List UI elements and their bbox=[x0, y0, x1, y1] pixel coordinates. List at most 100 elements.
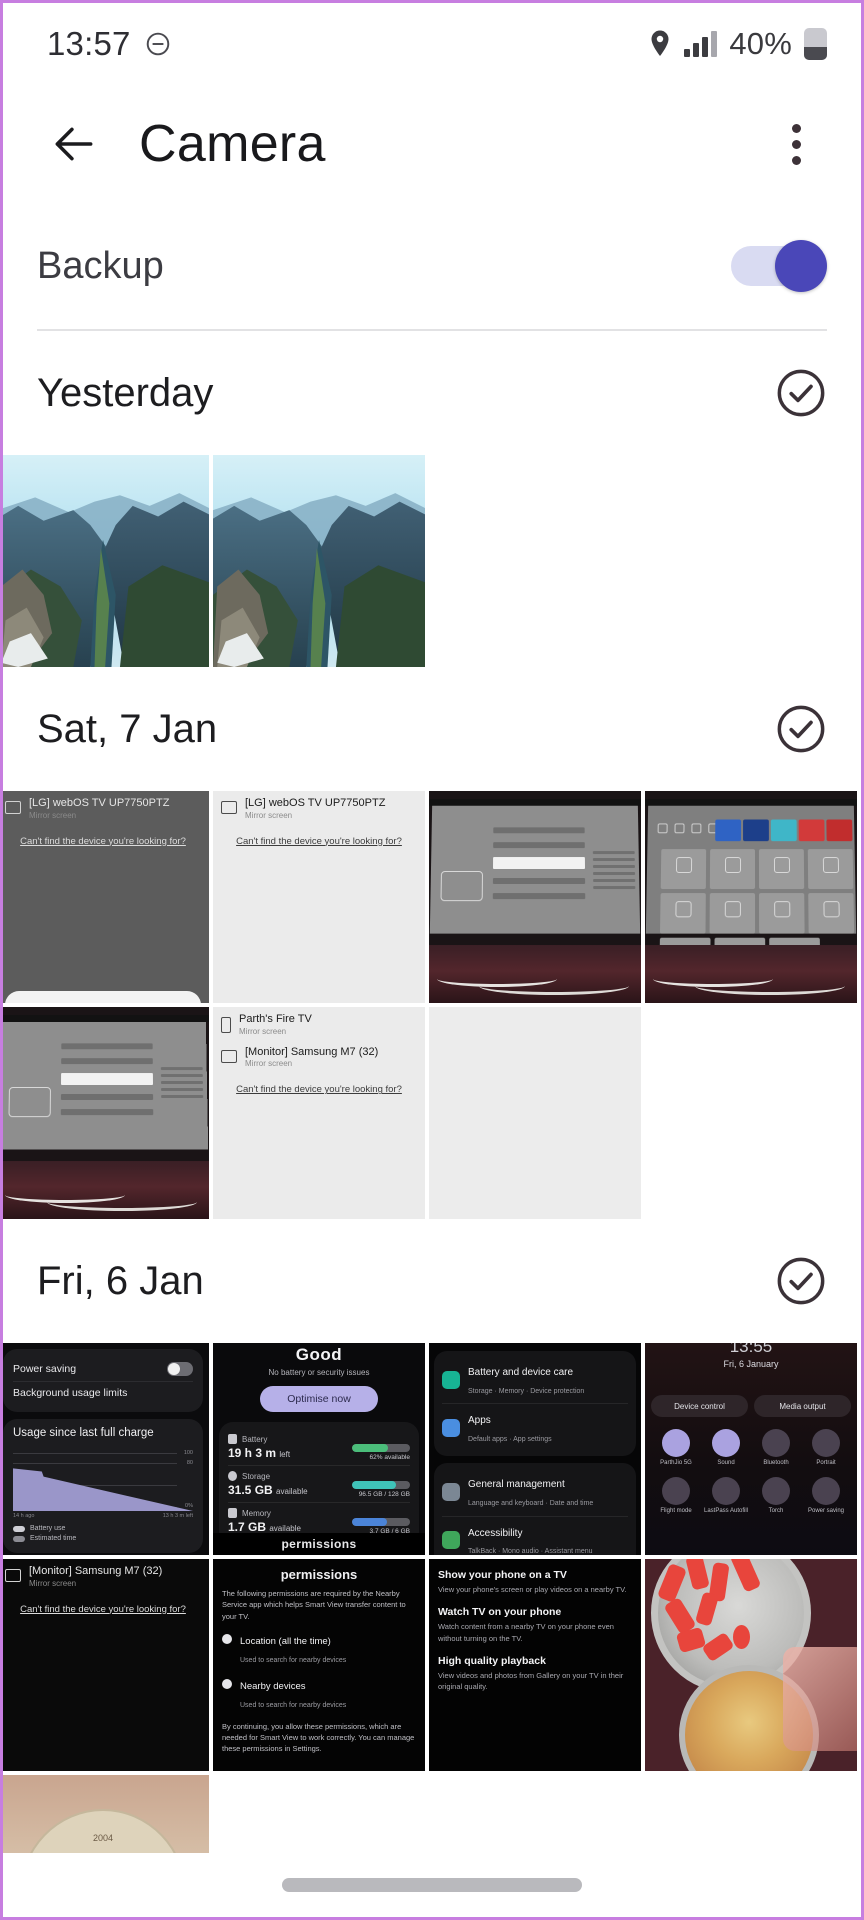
photo-thumbnail[interactable]: permissions The following permissions ar… bbox=[213, 1559, 425, 1771]
more-options-icon bbox=[791, 123, 801, 133]
row-title: Apps bbox=[468, 1415, 491, 1427]
row-unit: left bbox=[279, 1450, 291, 1459]
row-value: 19 h 3 m bbox=[228, 1446, 277, 1460]
section-header-sat-7-jan: Sat, 7 Jan bbox=[3, 667, 861, 791]
page-title: Camera bbox=[139, 115, 326, 173]
status-bar-left: 13:57 bbox=[47, 25, 171, 63]
photo-thumbnail[interactable]: Show your phone on a TV View your phone'… bbox=[429, 1559, 641, 1771]
chart-y-label: 100 bbox=[183, 1450, 193, 1456]
tile-label: Flight mode bbox=[660, 1508, 692, 1515]
status-bar-right: 40% bbox=[648, 26, 827, 62]
photo-thumbnail[interactable] bbox=[645, 1559, 857, 1771]
row-subtitle: TalkBack · Mono audio · Assistant menu bbox=[468, 1548, 593, 1555]
app-bar: Camera bbox=[3, 85, 861, 203]
battery-usage-screenshot: Power saving Background usage limits Usa… bbox=[3, 1343, 209, 1555]
photo-thumbnail[interactable]: [Monitor] Samsung M7 (32) Mirror screen … bbox=[3, 1559, 209, 1771]
quick-tile: Flight mode bbox=[651, 1477, 701, 1515]
tv-audio-settings-photo bbox=[3, 1007, 209, 1219]
chart-legend: Battery use Estimated time bbox=[13, 1525, 193, 1542]
location-pin-icon bbox=[222, 1633, 232, 1644]
photo-thumbnail[interactable]: Parth's Fire TV Mirror screen [Monitor] … bbox=[213, 1007, 425, 1219]
check-circle-icon[interactable] bbox=[775, 367, 827, 419]
airplane-icon bbox=[662, 1477, 690, 1506]
accessibility-icon bbox=[442, 1531, 460, 1550]
cant-find-device-link: Can't find the device you're looking for… bbox=[236, 835, 402, 847]
usage-title: Usage since last full charge bbox=[13, 1427, 154, 1439]
device-row: [Monitor] Samsung M7 (32) Mirror screen bbox=[5, 1565, 201, 1588]
photo-thumbnail[interactable]: 13:55 Fri, 6 January Device control Medi… bbox=[645, 1343, 857, 1555]
permissions-heading: permissions bbox=[280, 1567, 358, 1582]
check-circle-icon[interactable] bbox=[775, 1255, 827, 1307]
settings-row: Accessibility TalkBack · Mono audio · As… bbox=[442, 1515, 628, 1555]
device-subtitle: Mirror screen bbox=[239, 1026, 287, 1036]
tv-settings-menu-photo bbox=[429, 791, 641, 1003]
device-care-heading: Good bbox=[295, 1345, 343, 1364]
photo-grid-yesterday bbox=[3, 455, 861, 667]
device-subtitle: Mirror screen bbox=[29, 810, 77, 820]
wifi-icon bbox=[662, 1429, 690, 1457]
device-title: [LG] webOS TV UP7750PTZ bbox=[29, 797, 170, 809]
device-row: [Monitor] Samsung M7 (32) Mirror screen bbox=[221, 1046, 417, 1068]
row-meta: 96.5 GB / 128 GB bbox=[358, 1491, 410, 1498]
permissions-footer: By continuing, you allow these permissio… bbox=[222, 1721, 415, 1754]
photo-thumbnail[interactable]: Power saving Background usage limits Usa… bbox=[3, 1343, 209, 1555]
check-circle-icon[interactable] bbox=[775, 703, 827, 755]
date-label: Sat, 7 Jan bbox=[37, 706, 218, 751]
feature-subtitle: View videos and photos from Gallery on y… bbox=[438, 1670, 624, 1691]
bottom-sheet-handle bbox=[5, 991, 201, 1003]
signal-bars-icon bbox=[684, 31, 718, 57]
usage-card: Usage since last full charge 100 80 0% 1… bbox=[3, 1419, 203, 1553]
tv-menu-list bbox=[60, 1043, 154, 1124]
tile-label: Torch bbox=[768, 1508, 784, 1515]
photo-thumbnail[interactable]: Good No battery or security issues Optim… bbox=[213, 1343, 425, 1555]
device-subtitle: Mirror screen bbox=[29, 1578, 77, 1588]
photo-grid-sat-7-jan: [LG] webOS TV UP7750PTZ Mirror screen Ca… bbox=[3, 791, 861, 1219]
settings-row: Apps Default apps · App settings bbox=[442, 1403, 628, 1451]
device-care-screenshot: Good No battery or security issues Optim… bbox=[213, 1343, 425, 1555]
quick-tile: Torch bbox=[751, 1477, 801, 1515]
photo-thumbnail[interactable] bbox=[429, 1007, 641, 1219]
feature-title: Show your phone on a TV bbox=[438, 1569, 567, 1581]
row-title: Battery and device care bbox=[468, 1367, 574, 1378]
permission-subtitle: Used to search for nearby devices bbox=[240, 1656, 347, 1664]
photo-thumbnail[interactable] bbox=[645, 791, 857, 1003]
battery-icon bbox=[804, 28, 827, 60]
photo-thumbnail[interactable] bbox=[3, 455, 209, 667]
row-label: Battery bbox=[242, 1434, 268, 1444]
phone-icon bbox=[221, 1017, 231, 1033]
quick-tile: LastPass Autofill bbox=[701, 1477, 751, 1515]
backup-toggle[interactable] bbox=[731, 240, 827, 292]
photo-thumbnail[interactable]: [LG] webOS TV UP7750PTZ Mirror screen Ca… bbox=[3, 791, 209, 1003]
fjord-landscape-image bbox=[3, 455, 209, 667]
back-button[interactable] bbox=[43, 113, 105, 175]
photo-thumbnail[interactable]: Battery and device care Storage · Memory… bbox=[429, 1343, 641, 1555]
media-output-button: Media output bbox=[754, 1395, 851, 1417]
quick-panel-date: Fri, 6 January bbox=[723, 1359, 779, 1369]
year-label: 2004 bbox=[92, 1833, 114, 1843]
feature-title: High quality playback bbox=[438, 1654, 546, 1667]
permission-title: Nearby devices bbox=[240, 1680, 306, 1692]
section-header-yesterday: Yesterday bbox=[3, 331, 861, 455]
row-label: Storage bbox=[242, 1471, 271, 1481]
backup-setting-row[interactable]: Backup bbox=[3, 203, 861, 329]
photo-thumbnail[interactable] bbox=[213, 455, 425, 667]
photo-thumbnail[interactable] bbox=[429, 791, 641, 1003]
permission-title: Location (all the time) bbox=[240, 1635, 331, 1647]
battery-percent-label: 40% bbox=[729, 26, 792, 61]
more-options-icon bbox=[791, 139, 801, 149]
device-row: [LG] webOS TV UP7750PTZ Mirror screen bbox=[5, 797, 201, 820]
nearby-permissions-screenshot: permissions The following permissions ar… bbox=[213, 1559, 425, 1771]
general-management-icon bbox=[442, 1482, 460, 1501]
tile-label: LastPass Autofill bbox=[703, 1508, 749, 1515]
chart-y-label: 0% bbox=[185, 1503, 193, 1509]
back-arrow-icon bbox=[55, 127, 93, 161]
device-subtitle: Mirror screen bbox=[245, 810, 293, 820]
power-saving-toggle bbox=[167, 1362, 193, 1376]
optimise-now-button: Optimise now bbox=[260, 1386, 378, 1412]
permission-row: Location (all the time) Used to search f… bbox=[222, 1631, 416, 1667]
device-row: Parth's Fire TV Mirror screen bbox=[221, 1013, 417, 1036]
photo-thumbnail[interactable]: 2004 bbox=[3, 1775, 209, 1917]
more-options-button[interactable] bbox=[765, 113, 827, 175]
photo-thumbnail[interactable] bbox=[3, 1007, 209, 1219]
photo-thumbnail[interactable]: [LG] webOS TV UP7750PTZ Mirror screen Ca… bbox=[213, 791, 425, 1003]
